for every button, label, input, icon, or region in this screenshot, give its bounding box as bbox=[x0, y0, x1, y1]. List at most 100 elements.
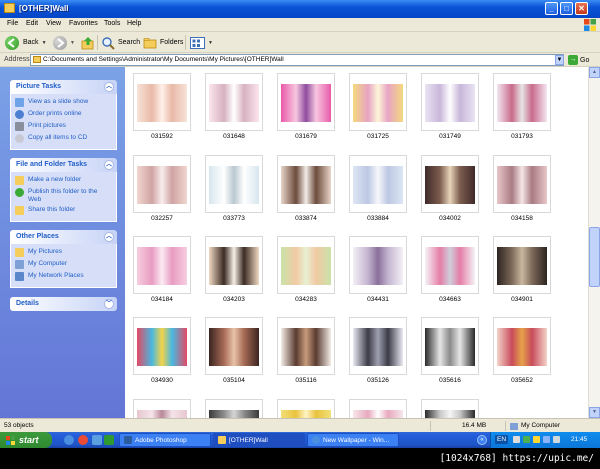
task-label: [OTHER]Wall bbox=[229, 436, 268, 444]
network-icon[interactable] bbox=[543, 436, 550, 443]
thumbnail-item[interactable]: 033884 bbox=[349, 155, 407, 223]
internet-explorer-icon[interactable] bbox=[64, 435, 74, 445]
menu-tools[interactable]: Tools bbox=[104, 20, 120, 27]
menu-view[interactable]: View bbox=[46, 20, 61, 27]
vertical-scrollbar[interactable]: ▲ ▼ bbox=[588, 67, 600, 418]
other-places-header[interactable]: Other Places ︿ bbox=[10, 230, 117, 244]
chevron-down-icon[interactable]: ▼ bbox=[42, 40, 47, 46]
menu-edit[interactable]: Edit bbox=[26, 20, 38, 27]
task-publish-web[interactable]: Publish this folder to the Web bbox=[15, 188, 112, 203]
forward-button[interactable]: ▼ bbox=[53, 35, 75, 50]
thumbnail-filename: 035116 bbox=[295, 377, 317, 384]
place-my-network-places[interactable]: My Network Places bbox=[15, 272, 112, 281]
thumbnail-item[interactable] bbox=[421, 399, 479, 418]
minimize-button[interactable]: _ bbox=[545, 2, 558, 15]
scroll-up-button[interactable]: ▲ bbox=[589, 67, 600, 78]
thumbnail-item[interactable]: 034663 bbox=[421, 236, 479, 304]
thumbnail-item[interactable]: 034901 bbox=[493, 236, 551, 304]
thumbnail-item[interactable]: 034283 bbox=[277, 236, 335, 304]
chevron-down-icon[interactable]: ▼ bbox=[70, 40, 75, 46]
thumbnail-item[interactable]: 031679 bbox=[277, 73, 335, 141]
thumbnail-filename: 031592 bbox=[151, 133, 173, 140]
go-button[interactable]: → Go bbox=[568, 55, 589, 65]
quicklaunch-icon[interactable] bbox=[104, 435, 114, 445]
thumbnail-item[interactable]: 032257 bbox=[133, 155, 191, 223]
task-copy-to-cd[interactable]: Copy all items to CD bbox=[15, 134, 112, 143]
thumbnail-item[interactable]: 031749 bbox=[421, 73, 479, 141]
computer-icon bbox=[15, 260, 24, 269]
thumbnail-item[interactable]: 034203 bbox=[205, 236, 263, 304]
expand-icon[interactable]: ﹀ bbox=[104, 299, 114, 309]
up-folder-button[interactable] bbox=[81, 35, 95, 50]
taskbar: start Adobe Photoshop [OTHER]Wall New Wa… bbox=[0, 432, 600, 448]
close-button[interactable]: ✕ bbox=[575, 2, 588, 15]
thumbnail-filename: 031749 bbox=[439, 133, 461, 140]
thumbnail-item[interactable]: 031648 bbox=[205, 73, 263, 141]
task-order-prints[interactable]: Order prints online bbox=[15, 110, 112, 119]
thumbnail-item[interactable]: 031592 bbox=[133, 73, 191, 141]
task-view-slideshow[interactable]: View as a slide show bbox=[15, 98, 112, 107]
tray-icon[interactable] bbox=[513, 436, 520, 443]
task-share-folder[interactable]: Share this folder bbox=[15, 206, 112, 215]
thumbnail-item[interactable] bbox=[205, 399, 263, 418]
media-player-icon[interactable] bbox=[78, 435, 88, 445]
tray-icon[interactable] bbox=[523, 436, 530, 443]
thumbnail-frame bbox=[349, 317, 407, 375]
thumbnail-item[interactable] bbox=[349, 399, 407, 418]
thumbnail-item[interactable]: 031793 bbox=[493, 73, 551, 141]
thumbnail-item[interactable]: 035104 bbox=[205, 317, 263, 385]
place-my-pictures[interactable]: My Pictures bbox=[15, 248, 112, 257]
thumbnail-item[interactable]: 034930 bbox=[133, 317, 191, 385]
thumbnail-item[interactable]: 034184 bbox=[133, 236, 191, 304]
place-my-computer[interactable]: My Computer bbox=[15, 260, 112, 269]
language-indicator[interactable]: EN bbox=[495, 435, 509, 444]
file-folder-tasks-header[interactable]: File and Folder Tasks ︿ bbox=[10, 158, 117, 172]
thumbnail-frame bbox=[205, 399, 263, 418]
details-header[interactable]: Details ﹀ bbox=[10, 297, 117, 311]
thumbnail-item[interactable]: 035116 bbox=[277, 317, 335, 385]
place-label: My Network Places bbox=[28, 272, 84, 279]
search-button[interactable]: Search bbox=[101, 35, 140, 50]
menu-help[interactable]: Help bbox=[127, 20, 141, 27]
title-bar[interactable]: [OTHER]Wall _ □ ✕ bbox=[0, 0, 600, 18]
thumbnail-item[interactable] bbox=[133, 399, 191, 418]
picture-tasks-header[interactable]: Picture Tasks ︿ bbox=[10, 80, 117, 94]
show-hidden-icons-button[interactable]: « bbox=[477, 435, 487, 445]
chevron-down-icon[interactable]: ▼ bbox=[208, 40, 213, 46]
volume-icon[interactable] bbox=[553, 436, 560, 443]
folders-button[interactable]: Folders bbox=[143, 35, 183, 50]
task-print-pictures[interactable]: Print pictures bbox=[15, 122, 112, 131]
thumbnail-item[interactable]: 033773 bbox=[205, 155, 263, 223]
tray-icon[interactable] bbox=[533, 436, 540, 443]
collapse-icon[interactable]: ︿ bbox=[104, 160, 114, 170]
scroll-thumb[interactable] bbox=[589, 227, 600, 287]
thumbnail-item[interactable]: 031725 bbox=[349, 73, 407, 141]
thumbnail-item[interactable]: 035616 bbox=[421, 317, 479, 385]
views-button[interactable]: ▼ bbox=[190, 35, 213, 50]
file-folder-tasks-panel: File and Folder Tasks ︿ Make a new folde… bbox=[10, 158, 117, 222]
thumbnail-item[interactable]: 035126 bbox=[349, 317, 407, 385]
scroll-down-button[interactable]: ▼ bbox=[589, 407, 600, 418]
address-input[interactable]: C:\Documents and Settings\Administrator\… bbox=[30, 54, 564, 66]
task-new-folder[interactable]: Make a new folder bbox=[15, 176, 112, 185]
thumbnail-item[interactable]: 034431 bbox=[349, 236, 407, 304]
collapse-icon[interactable]: ︿ bbox=[104, 232, 114, 242]
thumbnail-item[interactable]: 034002 bbox=[421, 155, 479, 223]
task-adobe-photoshop[interactable]: Adobe Photoshop bbox=[119, 433, 211, 447]
show-desktop-icon[interactable] bbox=[92, 435, 102, 445]
collapse-icon[interactable]: ︿ bbox=[104, 82, 114, 92]
maximize-button[interactable]: □ bbox=[560, 2, 573, 15]
thumbnail-item[interactable]: 033874 bbox=[277, 155, 335, 223]
thumbnail-item[interactable]: 035652 bbox=[493, 317, 551, 385]
menu-file[interactable]: File bbox=[7, 20, 18, 27]
thumbnail-item[interactable]: 034158 bbox=[493, 155, 551, 223]
back-button[interactable]: Back ▼ bbox=[5, 35, 47, 50]
task-new-wallpaper[interactable]: New Wallpaper - Win... bbox=[307, 433, 399, 447]
menu-bar: File Edit View Favorites Tools Help bbox=[0, 18, 600, 32]
task-other-wall[interactable]: [OTHER]Wall bbox=[213, 433, 305, 447]
thumbnail-frame bbox=[421, 73, 479, 131]
start-button[interactable]: start bbox=[0, 432, 52, 448]
thumbnail-item[interactable] bbox=[277, 399, 335, 418]
menu-favorites[interactable]: Favorites bbox=[69, 20, 98, 27]
address-dropdown-button[interactable]: ▼ bbox=[555, 55, 564, 65]
